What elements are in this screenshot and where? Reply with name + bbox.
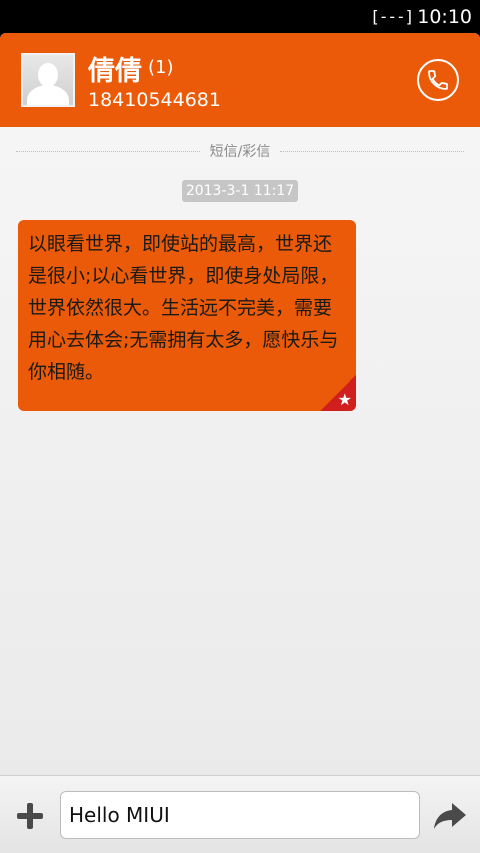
divider-line-right	[280, 150, 464, 152]
plus-icon	[17, 803, 43, 829]
avatar[interactable]	[21, 53, 75, 107]
composer-bar	[0, 775, 480, 853]
add-attachment-button[interactable]	[14, 800, 46, 832]
contact-phone: 18410544681	[88, 89, 221, 111]
avatar-head-shape	[38, 63, 58, 87]
message-bubble[interactable]: 以眼看世界，即使站的最高，世界还是很小;以心看世界，即使身处局限，世界依然很大。…	[18, 220, 356, 411]
conversation-screen: 倩倩 (1) 18410544681 短信/彩信 2013-3-1 11:17 …	[0, 33, 480, 853]
status-clock: 10:10	[417, 5, 472, 28]
message-type-divider: 短信/彩信	[16, 141, 464, 161]
signal-indicator: [---]	[370, 7, 414, 26]
unread-count: (1)	[148, 57, 174, 78]
message-text: 以眼看世界，即使站的最高，世界还是很小;以心看世界，即使身处局限，世界依然很大。…	[28, 233, 339, 383]
message-input[interactable]	[60, 791, 420, 839]
favorite-badge: ★	[320, 375, 356, 411]
send-button[interactable]	[432, 800, 468, 832]
send-arrow-icon	[434, 803, 466, 829]
contact-name: 倩倩	[88, 56, 142, 87]
conversation-header: 倩倩 (1) 18410544681	[0, 33, 480, 127]
message-timestamp: 2013-3-1 11:17	[182, 180, 298, 202]
star-icon: ★	[337, 390, 352, 409]
avatar-body-shape	[27, 85, 69, 105]
status-bar: [---] 10:10	[0, 0, 480, 33]
phone-icon	[428, 70, 448, 90]
message-type-label: 短信/彩信	[209, 144, 271, 160]
divider-line-left	[16, 150, 200, 152]
call-button[interactable]	[417, 59, 459, 101]
